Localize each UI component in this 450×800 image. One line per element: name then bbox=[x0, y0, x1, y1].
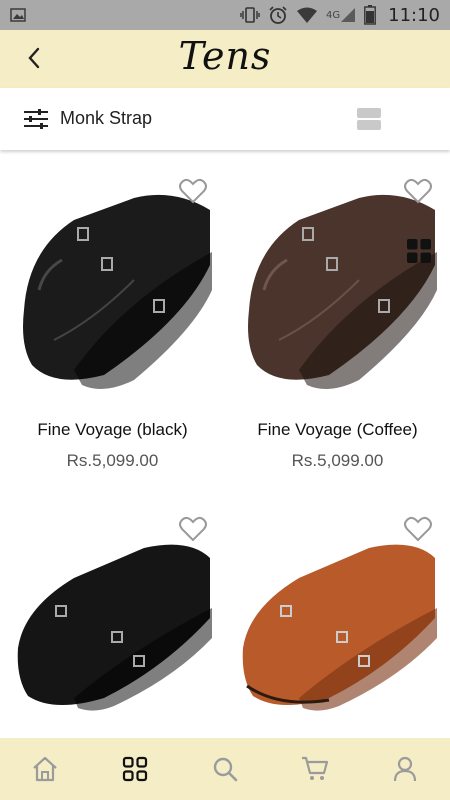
nav-categories[interactable] bbox=[90, 738, 180, 800]
list-view-icon bbox=[357, 108, 381, 130]
heart-outline-icon bbox=[179, 178, 207, 204]
home-icon bbox=[33, 756, 57, 782]
filter-button[interactable] bbox=[22, 106, 50, 132]
heart-outline-icon bbox=[179, 516, 207, 542]
gallery-icon bbox=[10, 8, 26, 22]
favorite-button[interactable] bbox=[404, 178, 432, 204]
product-card[interactable] bbox=[0, 488, 225, 738]
product-grid: Fine Voyage (black) Rs.5,099.00 Fine Voy… bbox=[0, 150, 450, 738]
status-time: 11:10 bbox=[388, 4, 440, 26]
grid-view-icon bbox=[407, 239, 431, 263]
nav-search[interactable] bbox=[180, 738, 270, 800]
app-header: Tens bbox=[0, 30, 450, 88]
cart-icon bbox=[302, 756, 329, 780]
network-label: 4G bbox=[326, 9, 341, 21]
heart-outline-icon bbox=[404, 178, 432, 204]
product-name[interactable]: Fine Voyage (black) bbox=[0, 420, 225, 440]
alarm-icon bbox=[268, 5, 288, 25]
battery-icon bbox=[364, 5, 377, 25]
product-image[interactable] bbox=[14, 508, 214, 736]
search-icon bbox=[213, 757, 238, 782]
brand-logo: Tens bbox=[178, 34, 272, 78]
monk-strap-shoe-image bbox=[17, 544, 212, 711]
bottom-nav bbox=[0, 738, 450, 800]
monk-strap-shoe-image bbox=[23, 194, 212, 389]
category-toolbar: Monk Strap bbox=[0, 88, 450, 263]
favorite-button[interactable] bbox=[179, 516, 207, 542]
signal-icon: 4G bbox=[326, 7, 356, 23]
category-title: Monk Strap bbox=[60, 108, 153, 128]
favorite-button[interactable] bbox=[179, 178, 207, 204]
list-view-button[interactable] bbox=[356, 106, 382, 132]
grid-view-button[interactable] bbox=[406, 238, 450, 800]
status-bar: 4G 11:10 bbox=[0, 0, 450, 30]
product-card[interactable]: Fine Voyage (black) Rs.5,099.00 bbox=[0, 150, 225, 490]
categories-grid-icon bbox=[122, 756, 148, 782]
filter-sliders-icon bbox=[24, 109, 48, 129]
nav-cart[interactable] bbox=[270, 738, 360, 800]
wifi-icon bbox=[296, 7, 318, 23]
vibrate-icon bbox=[240, 6, 260, 24]
product-image[interactable] bbox=[14, 170, 214, 398]
nav-home[interactable] bbox=[0, 738, 90, 800]
product-price: Rs.5,099.00 bbox=[66, 451, 159, 470]
